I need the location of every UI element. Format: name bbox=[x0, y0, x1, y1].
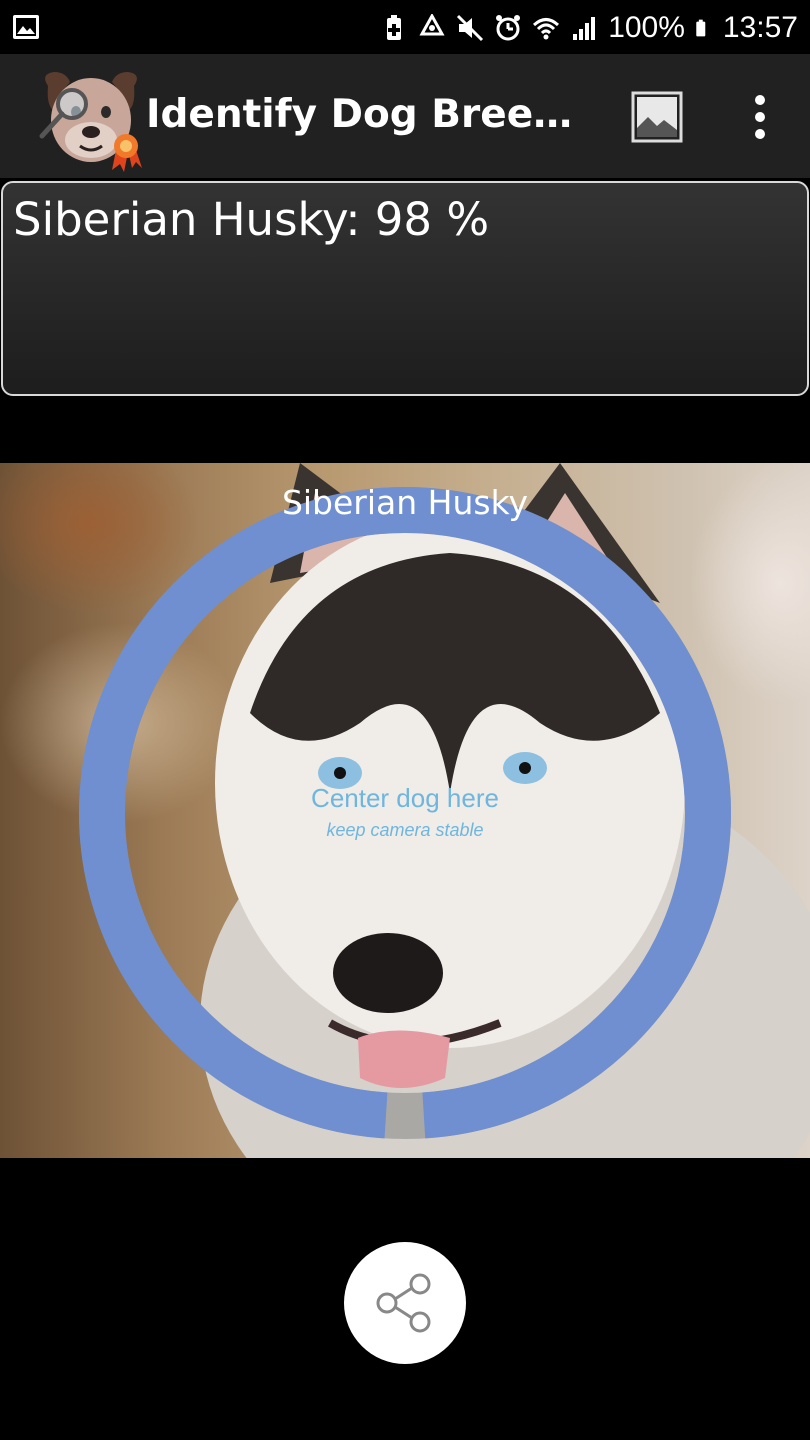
ring-breed-label: Siberian Husky bbox=[281, 483, 529, 522]
dog-nose bbox=[333, 933, 443, 1013]
result-text: Siberian Husky: 98 % bbox=[13, 193, 490, 246]
gallery-icon[interactable] bbox=[630, 90, 684, 144]
battery-percent: 100% bbox=[608, 11, 685, 44]
app-bar: Identify Dog Breeds... bbox=[0, 54, 810, 178]
more-vert-icon[interactable] bbox=[740, 90, 780, 144]
mute-icon bbox=[457, 14, 484, 42]
image-icon bbox=[13, 15, 39, 39]
center-hint: Center dog here bbox=[311, 783, 499, 813]
app-title: Identify Dog Breeds... bbox=[146, 92, 586, 137]
battery-icon bbox=[696, 19, 706, 37]
share-icon bbox=[376, 1273, 431, 1333]
wifi-icon bbox=[533, 18, 560, 40]
result-panel: Siberian Husky: 98 % bbox=[1, 181, 809, 396]
status-icons: 100% 13:57 bbox=[380, 8, 798, 48]
dog-logo-icon bbox=[39, 72, 142, 172]
battery-saver-icon bbox=[387, 15, 402, 40]
dog-tongue bbox=[358, 1030, 450, 1088]
alarm-icon bbox=[496, 15, 521, 41]
share-button[interactable] bbox=[344, 1242, 466, 1364]
clock: 13:57 bbox=[722, 11, 798, 44]
signal-icon bbox=[573, 17, 596, 40]
camera-preview: Siberian Husky Center dog here keep came… bbox=[0, 463, 810, 1158]
center-subhint: keep camera stable bbox=[326, 820, 484, 840]
recycle-icon bbox=[419, 14, 445, 36]
status-bar: 100% 13:57 bbox=[0, 0, 810, 54]
